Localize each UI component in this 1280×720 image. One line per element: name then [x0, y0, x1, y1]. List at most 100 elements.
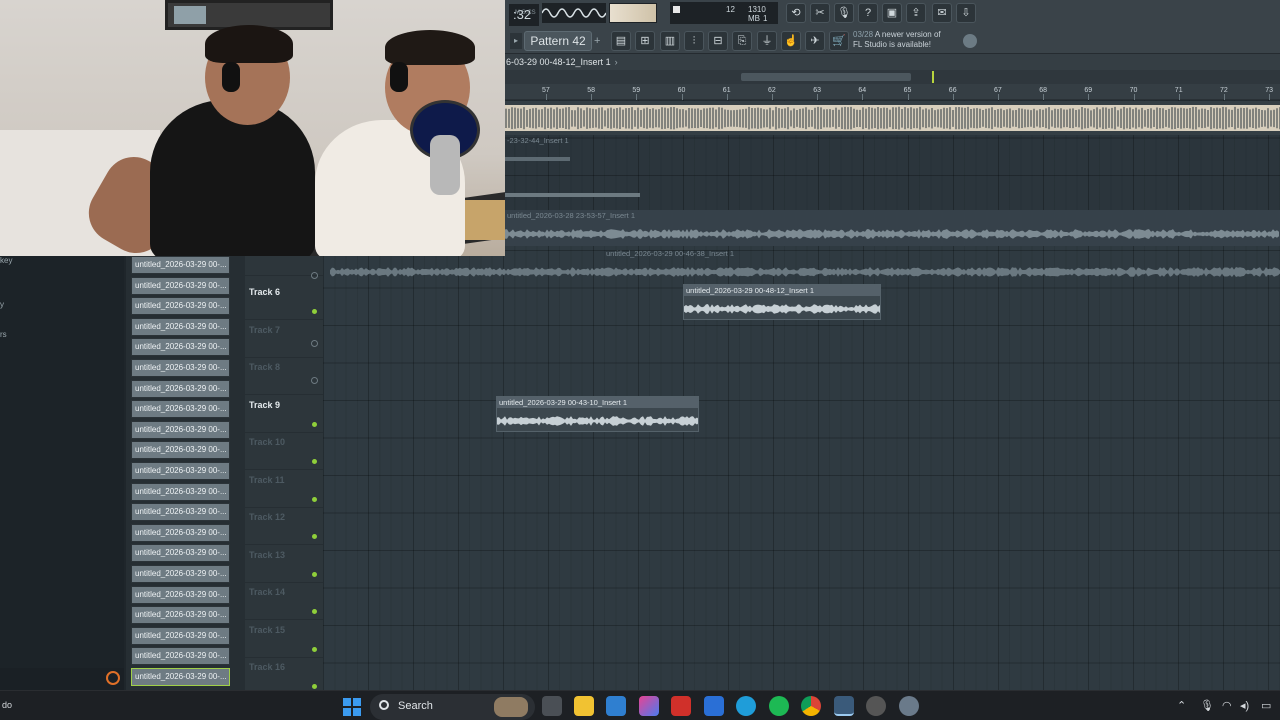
windows-start-icon[interactable]: [343, 698, 361, 716]
track-header[interactable]: Track 7: [245, 321, 323, 358]
battery-icon[interactable]: ▭: [1261, 699, 1271, 712]
clip-long-1[interactable]: untitled_2026-03-28 23-53-57_Insert 1: [505, 210, 1280, 246]
save-icon[interactable]: ▣: [882, 3, 902, 23]
browser-file-list[interactable]: untitled_2026-03-29 00-... untitled_2026-…: [126, 256, 245, 690]
fl-studio-taskbar-icon[interactable]: [834, 696, 854, 716]
track-header[interactable]: Track 13: [245, 546, 323, 583]
folder-label[interactable]: rs: [0, 330, 7, 339]
browser-file-item[interactable]: untitled_2026-03-29 00-...: [131, 503, 230, 522]
volume-icon[interactable]: ◂): [1240, 699, 1249, 712]
clipboard-icon[interactable]: ⎘: [732, 31, 752, 51]
channel-rack-icon[interactable]: ▥: [660, 31, 680, 51]
track-ring-icon[interactable]: [311, 339, 318, 347]
browser-file-item[interactable]: untitled_2026-03-29 00-...: [131, 441, 230, 460]
browser-file-item[interactable]: untitled_2026-03-29 00-...: [131, 256, 230, 274]
browser-file-item[interactable]: untitled_2026-03-29 00-...: [131, 565, 230, 583]
news-globe-icon[interactable]: [963, 34, 977, 48]
browser-folders[interactable]: key y rs: [0, 256, 124, 690]
track-header[interactable]: Track 10: [245, 433, 323, 470]
browser-file-item[interactable]: untitled_2026-03-29 00-...: [131, 544, 230, 563]
settings-icon[interactable]: [899, 696, 919, 716]
browser-file-item[interactable]: untitled_2026-03-29 00-...: [131, 359, 230, 377]
shop-icon[interactable]: 🛒: [829, 31, 849, 51]
playlist-title-bar[interactable]: 6-03-29 00-48-12_Insert 1 ›: [505, 54, 1280, 70]
browser-file-item[interactable]: untitled_2026-03-29 00-...: [131, 606, 230, 625]
piano-roll-icon[interactable]: ⊞: [635, 31, 655, 51]
mic-tray-icon[interactable]: 🎙: [1200, 699, 1214, 712]
folder-label[interactable]: y: [0, 300, 4, 309]
touch-controller-icon[interactable]: ☝: [781, 31, 801, 51]
track-led-icon[interactable]: [312, 646, 317, 652]
search-icon[interactable]: [106, 671, 120, 685]
app-l-icon[interactable]: [671, 696, 691, 716]
clip-selected[interactable]: untitled_2026-03-29 00-48-12_Insert 1: [683, 284, 881, 320]
scroll-thumb[interactable]: [741, 73, 911, 81]
file-explorer-icon[interactable]: [574, 696, 594, 716]
browser-file-item[interactable]: untitled_2026-03-29 00-...: [131, 523, 230, 542]
track-header-partial[interactable]: [245, 256, 323, 279]
track-header[interactable]: Track 6: [245, 283, 323, 320]
taskbar-search[interactable]: Search: [370, 694, 535, 720]
browser-file-item[interactable]: untitled_2026-03-29 00-...: [131, 420, 230, 439]
project-browser-icon[interactable]: ⊟: [708, 31, 728, 51]
tempo-tapper-icon[interactable]: ✈: [805, 31, 825, 51]
browser-file-item[interactable]: untitled_2026-03-29 00-...: [131, 647, 230, 666]
mixer-icon[interactable]: ⫶: [684, 31, 704, 51]
wifi-icon[interactable]: ◠: [1222, 699, 1232, 712]
add-pattern-icon[interactable]: +: [594, 33, 604, 49]
browser-file-item[interactable]: untitled_2026-03-29 00-...: [131, 462, 230, 480]
track-led-icon[interactable]: [312, 609, 317, 614]
browser-file-item[interactable]: untitled_2026-03-29 00-...: [131, 317, 230, 336]
browser-file-item[interactable]: untitled_2026-03-29 00-...: [131, 585, 230, 604]
app-circle-icon[interactable]: [866, 696, 886, 716]
playlist-icon[interactable]: ▤: [611, 31, 631, 51]
help-icon[interactable]: ?: [858, 3, 878, 23]
track-header[interactable]: Track 9: [245, 396, 323, 433]
track-led-icon[interactable]: [312, 571, 317, 577]
top-waveform-strip[interactable]: [505, 101, 1280, 135]
browser-file-item[interactable]: untitled_2026-03-29 00-...: [131, 400, 230, 419]
browser-file-item[interactable]: untitled_2026-03-29 00-...: [131, 297, 230, 316]
track-led-icon[interactable]: [312, 684, 317, 689]
track-led-icon[interactable]: [312, 534, 317, 539]
app-a-icon[interactable]: [704, 696, 724, 716]
track-led-icon[interactable]: [312, 496, 317, 502]
edge-icon[interactable]: [736, 696, 756, 716]
undo-history-icon[interactable]: ⟲: [786, 3, 806, 23]
track-header[interactable]: Track 12: [245, 508, 323, 545]
store-icon[interactable]: [606, 696, 626, 716]
song-position-marker[interactable]: [932, 71, 934, 83]
clip-faint-1[interactable]: -23-32-44_Insert 1: [505, 135, 645, 205]
track-header[interactable]: Track 15: [245, 621, 323, 658]
pattern-selector[interactable]: Pattern 42: [524, 31, 592, 51]
track-header[interactable]: Track 14: [245, 583, 323, 620]
clip-track-9[interactable]: untitled_2026-03-29 00-43-10_Insert 1: [496, 396, 699, 432]
browser-file-item[interactable]: untitled_2026-03-29 00-...: [131, 276, 230, 295]
browser-file-item[interactable]: untitled_2026-03-29 00-...: [131, 338, 230, 357]
browser-file-item[interactable]: untitled_2026-03-29 00-...: [131, 482, 230, 501]
track-header[interactable]: Track 11: [245, 471, 323, 508]
chrome-icon[interactable]: [801, 696, 821, 716]
browser-file-item[interactable]: untitled_2026-03-29 00-...: [131, 668, 230, 686]
news-panel[interactable]: 03/28 A newer version of FL Studio is av…: [853, 30, 981, 52]
track-ring-icon[interactable]: [311, 377, 318, 384]
microphone-icon[interactable]: 🎙: [834, 3, 854, 23]
pattern-play-icon[interactable]: ▸: [510, 33, 522, 49]
track-led-icon[interactable]: [312, 459, 317, 464]
chat-icon[interactable]: ✉: [932, 3, 952, 23]
track-led-icon[interactable]: [312, 309, 317, 314]
export-icon[interactable]: ⇪: [906, 3, 926, 23]
download-icon[interactable]: ⇩: [956, 3, 976, 23]
track-led-icon[interactable]: [312, 421, 317, 427]
task-view-icon[interactable]: [542, 696, 562, 716]
browser-file-item[interactable]: untitled_2026-03-29 00-...: [131, 379, 230, 398]
chevron-up-icon[interactable]: ⌃: [1177, 699, 1186, 712]
time-display[interactable]: M:S:CS :32: [509, 4, 539, 26]
copilot-icon[interactable]: [639, 696, 659, 716]
timeline-ruler[interactable]: 57 58 59 60 61 62 63 64 65 66 67 68 69 70 71 72 73: [505, 84, 1280, 100]
spotify-icon[interactable]: [769, 696, 789, 716]
plugin-picker-icon[interactable]: ⏚: [757, 31, 777, 51]
folder-label[interactable]: key: [0, 256, 12, 265]
track-ring-icon[interactable]: [311, 272, 318, 279]
browser-file-item[interactable]: untitled_2026-03-29 00-...: [131, 626, 230, 645]
